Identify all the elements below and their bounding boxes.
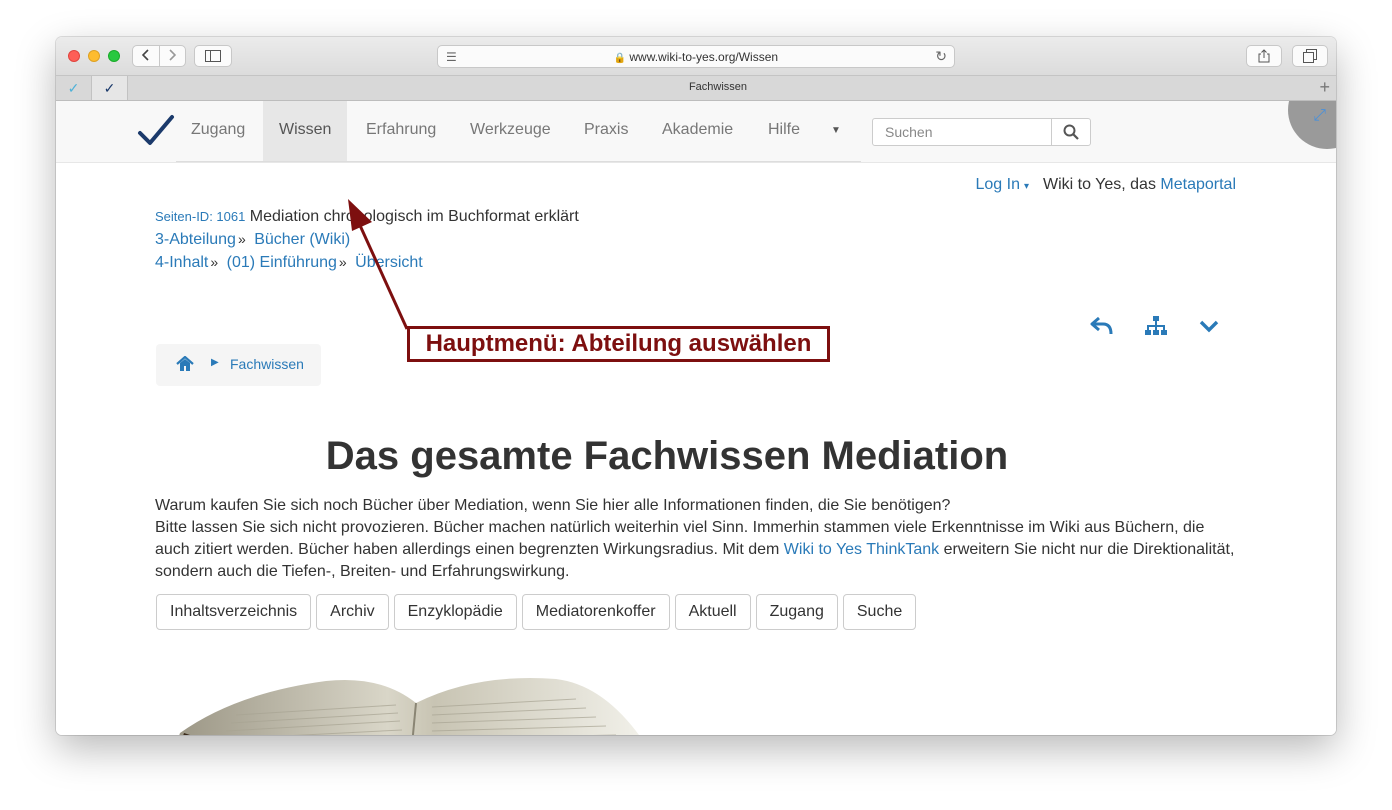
zoom-window-button[interactable] <box>108 50 120 62</box>
url-text: www.wiki-to-yes.org/Wissen <box>629 50 779 64</box>
link-inhalt[interactable]: 4-Inhalt <box>155 254 208 271</box>
browser-toolbar: ☰ 🔒 www.wiki-to-yes.org/Wissen ↻ <box>56 37 1336 76</box>
tab-overview-button[interactable] <box>1292 45 1328 67</box>
web-page: Zugang Wissen Erfahrung Werkzeuge Praxis… <box>56 101 1336 735</box>
metaportal-link[interactable]: Metaportal <box>1160 176 1236 193</box>
reply-back-icon[interactable] <box>1090 315 1114 337</box>
open-book-image <box>179 678 639 735</box>
tab-bar: ✓ ✓ Fachwissen + <box>56 76 1336 101</box>
check-icon: ✓ <box>67 79 80 96</box>
url-display[interactable]: 🔒 www.wiki-to-yes.org/Wissen <box>438 50 954 64</box>
breadcrumb-caret-icon: ▶ <box>211 357 219 368</box>
site-tagline: Wiki to Yes, das <box>1043 176 1156 193</box>
chevron-left-icon <box>141 48 149 61</box>
nav-item-erfahrung[interactable]: Erfahrung <box>350 101 452 161</box>
tabs-icon <box>1303 49 1317 63</box>
address-bar[interactable]: ☰ 🔒 www.wiki-to-yes.org/Wissen ↻ <box>437 45 955 68</box>
link-abteilung[interactable]: 3-Abteilung <box>155 231 236 248</box>
suche-button[interactable]: Suche <box>842 594 917 630</box>
new-tab-button[interactable]: + <box>1319 77 1330 98</box>
search-icon <box>1063 124 1079 140</box>
main-navbar: Zugang Wissen Erfahrung Werkzeuge Praxis… <box>56 101 1336 163</box>
share-button[interactable] <box>1246 45 1282 67</box>
breadcrumb-current[interactable]: Fachwissen <box>230 356 304 372</box>
sidebar-icon <box>205 50 221 62</box>
minimize-window-button[interactable] <box>88 50 100 62</box>
archiv-button[interactable]: Archiv <box>316 594 389 630</box>
fullscreen-corner <box>1288 101 1336 149</box>
intro-line-1: Warum kaufen Sie sich noch Bücher über M… <box>155 497 951 514</box>
enzyklopaedie-button[interactable]: Enzyklopädie <box>393 594 517 630</box>
page-subtitle: Mediation chronologisch im Buchformat er… <box>249 208 579 225</box>
check-icon: ✓ <box>103 79 116 96</box>
link-einfuehrung[interactable]: (01) Einführung <box>227 254 337 271</box>
mediatorenkoffer-button[interactable]: Mediatorenkoffer <box>521 594 670 630</box>
login-link[interactable]: Log In <box>975 176 1019 193</box>
lock-icon: 🔒 <box>613 53 627 64</box>
reload-icon[interactable]: ↻ <box>935 48 947 65</box>
nav-item-werkzeuge[interactable]: Werkzeuge <box>454 101 567 161</box>
link-uebersicht[interactable]: Übersicht <box>355 254 423 271</box>
page-id: Seiten-ID: 1061 <box>155 209 246 224</box>
pinned-tab[interactable]: ✓ <box>56 76 92 100</box>
login-caret-icon[interactable]: ▾ <box>1024 181 1029 192</box>
thinktank-link[interactable]: Wiki to Yes ThinkTank <box>784 541 939 558</box>
separator: » <box>338 254 347 270</box>
home-icon[interactable] <box>176 356 194 372</box>
page-meta: Seiten-ID: 1061 Mediation chronologisch … <box>155 206 579 274</box>
share-icon <box>1258 49 1270 63</box>
sidebar-toggle-button[interactable] <box>194 45 232 67</box>
nav-item-praxis[interactable]: Praxis <box>568 101 644 161</box>
back-button[interactable] <box>133 48 159 64</box>
chevron-right-icon <box>169 48 177 61</box>
sitemap-icon[interactable] <box>1144 315 1168 337</box>
page-heading: Das gesamte Fachwissen Mediation <box>325 434 1009 478</box>
pinned-tab[interactable]: ✓ <box>92 76 128 100</box>
expand-icon[interactable]: ⤢ <box>1313 107 1326 125</box>
zugang-button[interactable]: Zugang <box>755 594 838 630</box>
search-input[interactable] <box>872 118 1052 146</box>
nav-item-zugang[interactable]: Zugang <box>175 101 261 161</box>
active-tab-title[interactable]: Fachwissen <box>128 81 1308 93</box>
separator: » <box>210 254 219 270</box>
nav-item-hilfe[interactable]: Hilfe <box>752 101 816 161</box>
browser-window: ☰ 🔒 www.wiki-to-yes.org/Wissen ↻ ✓ ✓ Fach… <box>56 37 1336 735</box>
history-nav-group <box>132 45 186 67</box>
annotation-callout: Hauptmenü: Abteilung auswählen <box>407 326 830 362</box>
intro-paragraph: Bitte lassen Sie sich nicht provozieren.… <box>155 517 1235 583</box>
breadcrumb: ▶ Fachwissen <box>156 344 321 386</box>
intro-text: Warum kaufen Sie sich noch Bücher über M… <box>155 495 1235 583</box>
search-button[interactable] <box>1051 118 1091 146</box>
annotation-arrow <box>348 199 409 330</box>
more-dropdown-caret-icon[interactable]: ▼ <box>831 101 841 161</box>
link-buecher[interactable]: Bücher (Wiki) <box>254 231 350 248</box>
inhaltsverzeichnis-button[interactable]: Inhaltsverzeichnis <box>156 594 312 630</box>
hierarchy-row-4: 4-Inhalt» (01) Einführung» Übersicht <box>155 251 579 274</box>
nav-underline <box>176 161 861 162</box>
site-logo[interactable] <box>136 113 176 149</box>
separator: » <box>237 231 246 247</box>
user-bar: Log In ▾ Wiki to Yes, das Metaportal <box>975 176 1236 194</box>
hierarchy-row-3: 3-Abteilung» Bücher (Wiki) <box>155 228 579 251</box>
section-button-row: Inhaltsverzeichnis Archiv Enzyklopädie M… <box>156 594 917 630</box>
page-actions <box>1090 313 1220 339</box>
nav-item-akademie[interactable]: Akademie <box>646 101 749 161</box>
aktuell-button[interactable]: Aktuell <box>674 594 751 630</box>
chevron-down-icon[interactable] <box>1198 317 1220 335</box>
nav-item-wissen[interactable]: Wissen <box>263 101 348 161</box>
forward-button[interactable] <box>160 48 186 64</box>
close-window-button[interactable] <box>68 50 80 62</box>
page-id-row: Seiten-ID: 1061 Mediation chronologisch … <box>155 206 579 228</box>
